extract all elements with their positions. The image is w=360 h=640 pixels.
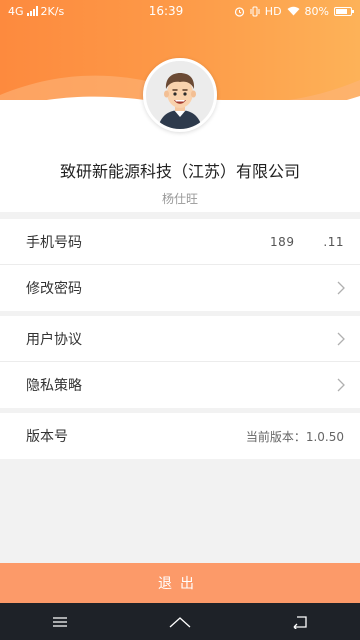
home-button[interactable] bbox=[160, 607, 200, 637]
user-name: 杨仕旺 bbox=[161, 192, 198, 206]
home-icon bbox=[169, 616, 191, 627]
chevron-right-icon bbox=[337, 281, 345, 295]
phone-value: 189 .11 bbox=[270, 234, 344, 249]
phone-label: 手机号码 bbox=[26, 234, 82, 251]
network-speed: 2K/s bbox=[40, 4, 65, 18]
battery-percent: 80% bbox=[304, 4, 329, 18]
battery-icon bbox=[334, 6, 354, 16]
version-label: 版本号 bbox=[26, 429, 68, 445]
hd-badge: HD bbox=[264, 4, 282, 18]
privacy-policy-label: 隐私策略 bbox=[26, 378, 82, 394]
version-value: 当前版本：1.0.50 bbox=[245, 429, 344, 444]
chevron-right-icon bbox=[337, 378, 345, 392]
version-group: 版本号 当前版本：1.0.50 bbox=[0, 413, 360, 459]
change-password-row[interactable]: 修改密码 bbox=[0, 265, 360, 311]
legal-group: 用户协议 隐私策略 bbox=[0, 316, 360, 408]
signal-icon bbox=[26, 6, 38, 16]
back-icon bbox=[293, 615, 307, 629]
version-row: 版本号 当前版本：1.0.50 bbox=[0, 413, 360, 459]
system-nav-bar bbox=[0, 603, 360, 640]
status-bar: 4G 2K/s 16:39 HD 80% bbox=[0, 0, 360, 22]
user-agreement-row[interactable]: 用户协议 bbox=[0, 316, 360, 362]
account-group: 手机号码 189 .11 修改密码 bbox=[0, 219, 360, 311]
phone-row: 手机号码 189 .11 bbox=[0, 219, 360, 265]
avatar[interactable] bbox=[143, 58, 217, 132]
network-type: 4G bbox=[8, 4, 24, 18]
change-password-label: 修改密码 bbox=[26, 281, 82, 297]
company-name: 致研新能源科技（江苏）有限公司 bbox=[59, 162, 300, 181]
vibrate-icon bbox=[250, 6, 260, 16]
privacy-policy-row[interactable]: 隐私策略 bbox=[0, 362, 360, 408]
menu-icon bbox=[53, 616, 67, 627]
logout-button[interactable]: 退出 bbox=[0, 563, 360, 603]
avatar-icon bbox=[146, 61, 214, 129]
wifi-icon bbox=[287, 6, 300, 16]
alarm-icon bbox=[234, 6, 244, 17]
menu-button[interactable] bbox=[40, 607, 80, 637]
user-agreement-label: 用户协议 bbox=[26, 331, 82, 348]
chevron-right-icon bbox=[337, 332, 345, 345]
clock: 16:39 bbox=[148, 4, 184, 18]
back-button[interactable] bbox=[280, 607, 320, 637]
